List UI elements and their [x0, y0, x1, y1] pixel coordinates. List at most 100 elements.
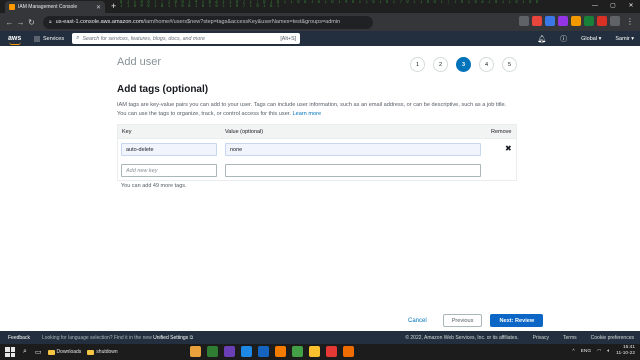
copyright: © 2022, Amazon Web Services, Inc. or its… [405, 334, 519, 341]
previous-button[interactable]: Previous [442, 314, 483, 327]
url-path: /iam/home#/users$new?step=tags&accessKey… [143, 19, 341, 25]
table-header: Key Value (optional) Remove [118, 125, 516, 139]
shutdown-folder[interactable]: shutdown [87, 349, 118, 355]
app-1-icon[interactable] [190, 346, 201, 357]
footer-right: © 2022, Amazon Web Services, Inc. or its… [405, 335, 634, 341]
region-selector[interactable]: Global ▾ [581, 36, 601, 42]
minimize-button[interactable]: — [586, 0, 604, 13]
wizard-buttons: Cancel Previous Next: Review [400, 314, 544, 327]
system-tray: ^ ENG ◠ 🔈︎ 15:41 11-10-22 [572, 345, 635, 357]
url-host: us-east-1.console.aws.amazon.com [55, 19, 144, 25]
step-5[interactable]: 5 [502, 57, 517, 72]
shutdown-label: shutdown [96, 349, 118, 355]
new-key-input[interactable]: Add new key [121, 164, 217, 177]
reload-icon[interactable]: ↻ [26, 18, 37, 27]
app-3-icon[interactable] [224, 346, 235, 357]
app-7-icon[interactable] [292, 346, 303, 357]
account-menu[interactable]: Samir ▾ [615, 36, 634, 42]
language-indicator[interactable]: ENG [581, 349, 591, 354]
downloads-label: Downloads [56, 349, 82, 355]
folder-icon [87, 349, 95, 355]
menu-dots-icon[interactable]: ⋮ [626, 17, 634, 26]
step-1[interactable]: 1 [410, 57, 425, 72]
step-4[interactable]: 4 [479, 57, 494, 72]
step-3[interactable]: 3 [456, 57, 471, 72]
table-row-new: Add new key [118, 160, 516, 181]
clock[interactable]: 15:41 11-10-22 [616, 345, 635, 357]
ext-7-icon[interactable] [597, 16, 607, 26]
search-icon: ⌕ [76, 35, 80, 41]
windows-start-icon[interactable] [5, 347, 15, 357]
tab-title: IAM Management Console [18, 4, 78, 10]
search-placeholder: Search for services, features, blogs, do… [82, 35, 205, 42]
app-8-icon[interactable] [309, 346, 320, 357]
folder-icon [47, 349, 55, 355]
app-4-icon[interactable] [241, 346, 252, 357]
wizard-steps: 1 2 3 4 5 [410, 57, 517, 72]
browser-tab[interactable]: IAM Management Console ✕ [5, 1, 105, 13]
language-prompt: Looking for language selection? Find it … [41, 334, 194, 341]
aws-favicon-icon [9, 4, 15, 10]
bell-icon[interactable]: 🔔︎ [537, 35, 546, 43]
aws-footer: Feedback Looking for language selection?… [0, 331, 640, 344]
app-10-icon[interactable] [343, 346, 354, 357]
step-2[interactable]: 2 [433, 57, 448, 72]
terms-link[interactable]: Terms [563, 335, 577, 341]
remove-tag-icon[interactable]: ✖ [505, 144, 512, 153]
ext-6-icon[interactable] [584, 16, 594, 26]
taskbar-apps [190, 346, 354, 357]
downloads-folder[interactable]: Downloads [47, 349, 82, 355]
ext-8-icon[interactable] [610, 16, 620, 26]
clock-date: 11-10-22 [616, 351, 635, 356]
windows-taskbar: ⌕ ▭ Downloads shutdown ^ ENG ◠ 🔈︎ 15:41 … [0, 344, 640, 360]
app-2-icon[interactable] [207, 346, 218, 357]
ext-1-icon[interactable] [519, 16, 529, 26]
tags-description: IAM tags are key-value pairs you can add… [117, 102, 507, 117]
section-title: Add tags (optional) [117, 84, 209, 95]
extension-icons [519, 16, 620, 26]
header-remove: Remove [491, 128, 512, 135]
matrix-wallpaper: 0 1 1 0 ø 7 ¦ 1 0 0 1 ¥ 1 0 ø 1 1 0 7 1 … [120, 0, 540, 8]
new-value-input[interactable] [225, 164, 481, 177]
unified-settings-link[interactable]: Unified Settings [153, 335, 188, 341]
help-icon[interactable]: ⓘ [560, 34, 567, 44]
task-view-icon[interactable]: ▭ [35, 348, 42, 356]
ext-3-icon[interactable] [545, 16, 555, 26]
close-window-button[interactable]: ✕ [622, 0, 640, 13]
app-9-icon[interactable] [326, 346, 337, 357]
app-6-icon[interactable] [275, 346, 286, 357]
tag-key-input[interactable]: auto-delete [121, 143, 217, 156]
aws-logo[interactable]: aws [8, 35, 24, 45]
window-controls: — ▢ ✕ [586, 0, 640, 13]
forward-arrow-icon[interactable]: → [15, 18, 26, 27]
tray-arrow-icon[interactable]: ^ [572, 349, 574, 354]
header-value: Value (optional) [225, 128, 264, 135]
cancel-button[interactable]: Cancel [400, 318, 435, 324]
privacy-link[interactable]: Privacy [533, 335, 549, 341]
feedback-link[interactable]: Feedback [8, 335, 30, 341]
cookie-preferences-link[interactable]: Cookie preferences [591, 335, 634, 341]
ext-2-icon[interactable] [532, 16, 542, 26]
external-link-icon: ⧉ [189, 334, 194, 341]
lock-icon: 🔒︎ [49, 19, 52, 25]
aws-search-input[interactable]: ⌕ Search for services, features, blogs, … [72, 33, 301, 44]
tab-close-icon[interactable]: ✕ [96, 4, 101, 11]
ext-4-icon[interactable] [558, 16, 568, 26]
next-review-button[interactable]: Next: Review [490, 314, 544, 327]
back-arrow-icon[interactable]: ← [4, 18, 15, 27]
tag-value-input[interactable]: none [225, 143, 481, 156]
taskbar-search-icon[interactable]: ⌕ [23, 348, 27, 356]
header-key: Key [122, 128, 132, 135]
nav-right: 🔔︎ ⓘ Global ▾ Samir ▾ [537, 31, 634, 46]
new-tab-button[interactable]: + [111, 1, 116, 13]
search-shortcut: [Alt+S] [280, 35, 297, 42]
wifi-icon[interactable]: ◠ [597, 349, 601, 354]
services-menu[interactable]: Services [34, 35, 64, 42]
tags-table: Key Value (optional) Remove auto-delete … [117, 124, 517, 181]
volume-icon[interactable]: 🔈︎ [607, 348, 610, 354]
maximize-button[interactable]: ▢ [604, 0, 622, 13]
url-bar[interactable]: 🔒︎ us-east-1.console.aws.amazon.com /iam… [43, 15, 373, 29]
ext-5-icon[interactable] [571, 16, 581, 26]
app-5-icon[interactable] [258, 346, 269, 357]
learn-more-link[interactable]: Learn more [292, 111, 321, 117]
